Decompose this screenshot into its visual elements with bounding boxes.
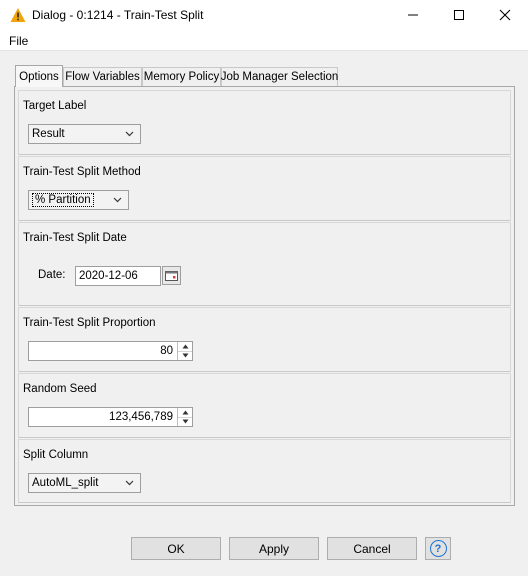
date-label: Date:: [38, 269, 66, 281]
window-title: Dialog - 0:1214 - Train-Test Split: [32, 8, 204, 22]
spinner-buttons[interactable]: [177, 408, 192, 426]
chevron-down-icon: [125, 131, 134, 137]
chevron-down-icon: [113, 197, 122, 203]
split-column-value: AutoML_split: [32, 477, 99, 489]
apply-button[interactable]: Apply: [229, 537, 319, 560]
split-proportion-value: 80: [160, 345, 173, 357]
calendar-icon: [165, 271, 178, 281]
target-label-value: Result: [32, 128, 65, 140]
split-method-dropdown[interactable]: % Partition: [28, 190, 129, 210]
target-label-title: Target Label: [23, 100, 87, 112]
app-warning-icon: [10, 7, 26, 23]
maximize-icon: [454, 10, 464, 20]
random-seed-title: Random Seed: [23, 383, 97, 395]
arrow-down-icon: [182, 353, 188, 358]
arrow-down-icon: [182, 419, 188, 424]
arrow-up-icon: [182, 344, 188, 349]
help-button[interactable]: ?: [425, 537, 451, 560]
tab-options[interactable]: Options: [15, 65, 63, 87]
split-proportion-title: Train-Test Split Proportion: [23, 317, 156, 329]
menu-bar: [0, 30, 528, 50]
date-value: 2020-12-06: [79, 270, 138, 282]
tab-job-manager-selection[interactable]: Job Manager Selection: [221, 67, 338, 86]
split-column-dropdown[interactable]: AutoML_split: [28, 473, 141, 493]
minimize-icon: [408, 14, 418, 16]
random-seed-spinner[interactable]: 123,456,789: [28, 407, 193, 427]
target-label-section: [18, 90, 511, 155]
random-seed-value: 123,456,789: [109, 411, 173, 423]
help-icon: ?: [429, 540, 447, 557]
split-method-value: % Partition: [32, 193, 94, 207]
chevron-down-icon: [125, 480, 134, 486]
split-column-section: [18, 439, 511, 503]
spin-up-button[interactable]: [178, 342, 192, 352]
tab-memory-policy[interactable]: Memory Policy: [142, 67, 221, 86]
calendar-button[interactable]: [162, 266, 181, 285]
target-label-dropdown[interactable]: Result: [28, 124, 141, 144]
date-input[interactable]: 2020-12-06: [75, 266, 161, 286]
arrow-up-icon: [182, 410, 188, 415]
split-column-title: Split Column: [23, 449, 89, 461]
spin-down-button[interactable]: [178, 418, 192, 427]
close-button[interactable]: [482, 0, 528, 30]
minimize-button[interactable]: [390, 0, 436, 30]
ok-button[interactable]: OK: [131, 537, 221, 560]
tab-flow-variables[interactable]: Flow Variables: [63, 67, 142, 86]
spin-up-button[interactable]: [178, 408, 192, 418]
split-method-title: Train-Test Split Method: [23, 166, 141, 178]
menu-file[interactable]: File: [9, 34, 28, 48]
spin-down-button[interactable]: [178, 352, 192, 361]
maximize-button[interactable]: [436, 0, 482, 30]
spinner-buttons[interactable]: [177, 342, 192, 360]
cancel-button[interactable]: Cancel: [327, 537, 417, 560]
split-date-title: Train-Test Split Date: [23, 232, 127, 244]
close-icon: [499, 9, 511, 21]
split-proportion-spinner[interactable]: 80: [28, 341, 193, 361]
